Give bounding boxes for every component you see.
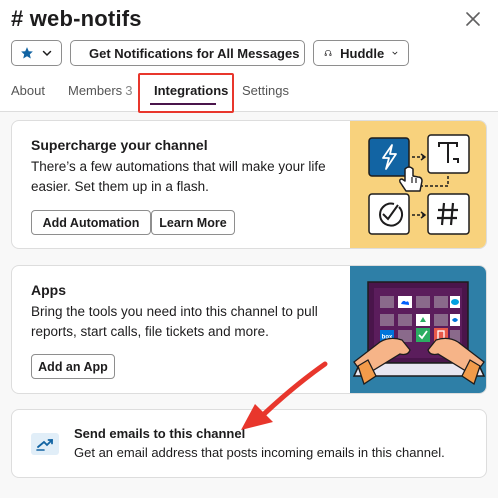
apps-illustration: box [350, 266, 486, 393]
add-app-button[interactable]: Add an App [31, 354, 115, 379]
headphones-icon [324, 50, 332, 57]
member-count: 3 [125, 83, 133, 98]
app-tiles: box [380, 296, 460, 342]
channel-tabs: About Members 3 Integrations Settings [0, 75, 498, 112]
lightning-tile [368, 137, 410, 177]
tab-members[interactable]: Members 3 [68, 83, 132, 98]
active-tab-indicator [150, 103, 216, 105]
tab-label: Settings [242, 83, 289, 98]
emails-title: Send emails to this channel [74, 426, 246, 441]
add-automation-button[interactable]: Add Automation [31, 210, 151, 235]
learn-more-button[interactable]: Learn More [151, 210, 235, 235]
apps-description: Bring the tools you need into this chann… [31, 304, 318, 339]
tab-label: Integrations [154, 83, 229, 98]
chevron-down-icon [42, 50, 52, 57]
apps-card: Apps Bring the tools you need into this … [11, 265, 487, 394]
automations-description: There’s a few automations that will make… [31, 159, 326, 194]
tab-about[interactable]: About [11, 83, 45, 98]
chevron-down-icon [392, 51, 398, 55]
automations-title: Supercharge your channel [31, 137, 208, 153]
huddle-label: Huddle [340, 45, 385, 61]
hash-tile [427, 193, 470, 235]
tab-settings[interactable]: Settings [242, 83, 289, 98]
notifications-label: Get Notifications for All Messages [89, 45, 300, 61]
close-icon [466, 12, 480, 26]
channel-title: # web-notifs [11, 6, 142, 31]
email-forward-icon [31, 433, 59, 455]
automations-card: Supercharge your channel There’s a few a… [11, 120, 487, 249]
apps-title: Apps [31, 282, 66, 298]
close-button[interactable] [462, 8, 484, 30]
channel-header: # web-notifs Get Notifications for All M… [0, 0, 498, 112]
emails-card[interactable]: Send emails to this channel Get an email… [11, 409, 487, 478]
tab-label: About [11, 83, 45, 98]
huddle-button[interactable]: Huddle [313, 40, 409, 66]
notifications-button[interactable]: Get Notifications for All Messages [70, 40, 305, 66]
automations-illustration [350, 121, 486, 248]
tab-integrations[interactable]: Integrations [154, 83, 228, 98]
star-channel-button[interactable] [11, 40, 62, 66]
star-icon [21, 47, 33, 59]
tab-label: Members [68, 83, 123, 98]
emails-description: Get an email address that posts incoming… [74, 445, 445, 460]
